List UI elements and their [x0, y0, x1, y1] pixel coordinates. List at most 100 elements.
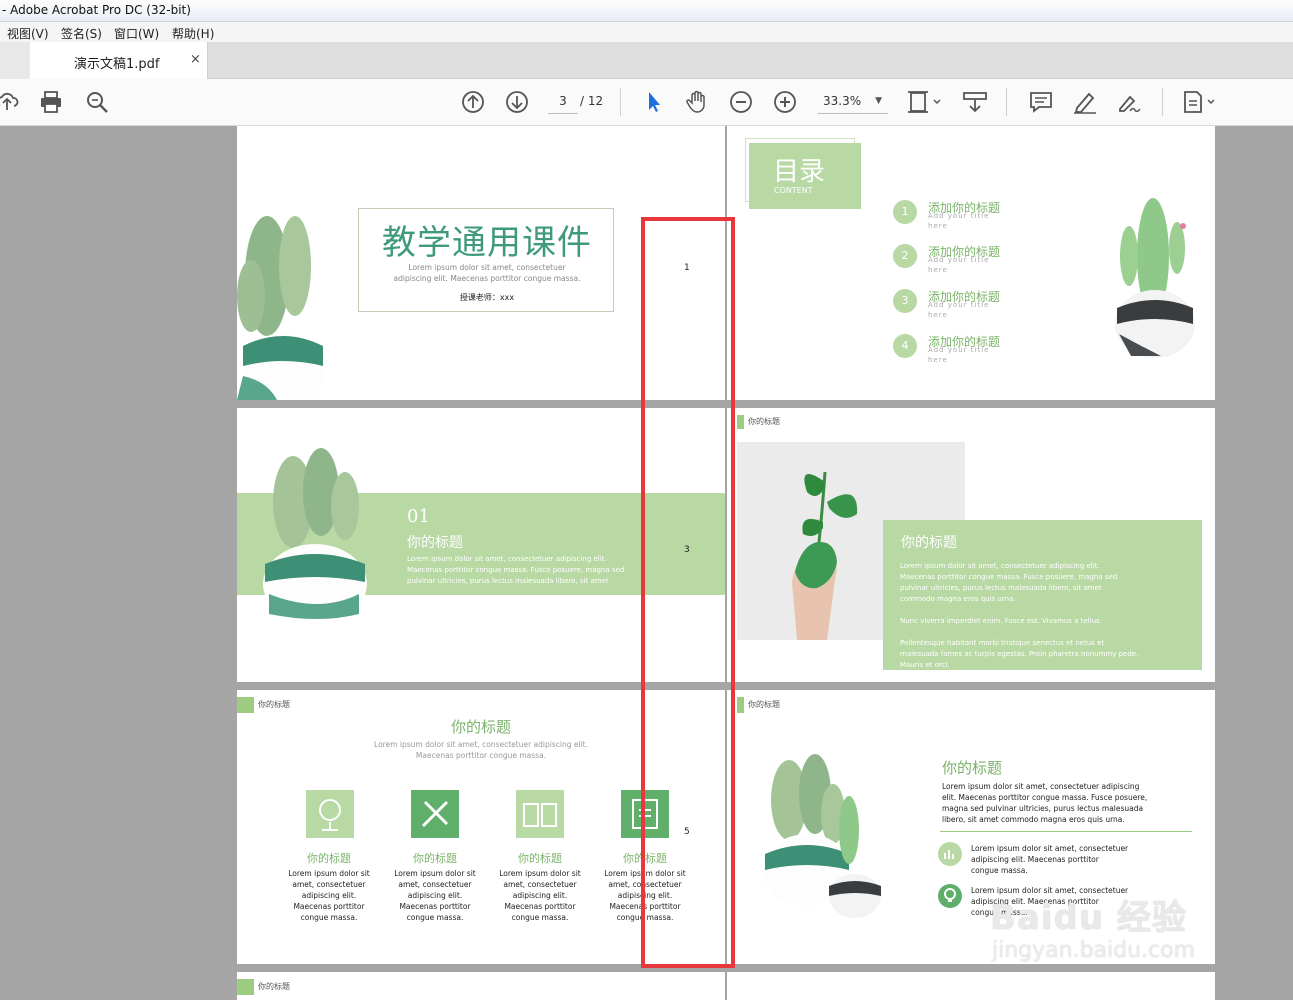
highlight-pen-icon[interactable]	[1072, 89, 1098, 115]
cactus-illustration	[237, 216, 323, 400]
page-number-input[interactable]: 3	[548, 90, 578, 114]
cactus-illustration	[763, 754, 881, 918]
zoom-out-icon[interactable]	[728, 89, 754, 115]
print-icon[interactable]	[38, 89, 64, 115]
zoom-in-icon[interactable]	[772, 89, 798, 115]
book-icon	[516, 790, 564, 838]
toolbar-separator	[1162, 88, 1163, 116]
feature-text: Lorem ipsum dolor sit amet, consectetuer a…	[604, 869, 686, 922]
slide-tag: 你的标题	[258, 982, 290, 991]
toc-item[interactable]: 2 添加你的标题 Add your title here	[893, 244, 1053, 288]
tag-marker	[237, 697, 254, 713]
toc-number: 3	[893, 289, 917, 313]
toolbar-separator	[620, 88, 621, 116]
arrow-down-circle-icon[interactable]	[504, 89, 530, 115]
pdf-page-2: 目录 CONTENT 1 添加你的标题 Add your title here …	[727, 126, 1215, 400]
divider	[940, 831, 1192, 832]
feature-column: 你的标题 Lorem ipsum dolor sit amet, consecte…	[595, 790, 695, 940]
fit-page-icon[interactable]	[906, 89, 942, 115]
feature-title: 你的标题	[518, 852, 562, 865]
page-total: / 12	[580, 94, 604, 108]
slide-title: 教学通用课件	[382, 223, 592, 263]
document-tab[interactable]: 演示文稿1.pdf ×	[30, 42, 208, 79]
watermark-url: jingyan.baidu.com	[992, 938, 1196, 963]
toc-item-en: here	[928, 356, 948, 364]
toc-number: 1	[893, 200, 917, 224]
clipboard-icon	[621, 790, 669, 838]
section-text: Lorem ipsum dolor sit amet, consectetuer…	[407, 555, 607, 563]
menu-bar: 视图(V) 签名(S) 窗口(W) 帮助(H)	[0, 22, 1293, 42]
card-text: Maecenas porttitor congue massa. Fusce p…	[900, 573, 1118, 581]
slide-subtitle: Lorem ipsum dolor sit amet, consectetuer	[408, 263, 566, 272]
toolbar: 3 / 12 33.3% ▼	[0, 79, 1293, 126]
tag-marker	[737, 697, 744, 713]
previous-tab-edge[interactable]	[0, 42, 30, 79]
cactus-illustration	[263, 448, 367, 624]
chart-icon	[938, 842, 962, 866]
hand-icon[interactable]	[684, 89, 710, 115]
slide-title: 你的标题	[942, 759, 1003, 777]
slide-tag: 你的标题	[748, 417, 780, 426]
toc-heading: 目录	[773, 157, 826, 187]
lightbulb-icon	[938, 884, 962, 908]
slide-tag: 你的标题	[258, 700, 290, 709]
toc-item[interactable]: 1 添加你的标题 Add your title here	[893, 200, 1053, 244]
toc-item[interactable]: 4 添加你的标题 Add your title here	[893, 334, 1053, 378]
pdf-page-4: 你的标题 你的标题 Lorem ipsum dolor sit amet, co…	[727, 408, 1215, 682]
slide-paragraph: Lorem ipsum dolor sit amet, consectetuer…	[942, 782, 1148, 824]
toc-item[interactable]: 3 添加你的标题 Add your title here	[893, 289, 1053, 333]
menu-help[interactable]: 帮助(H)	[172, 25, 214, 42]
pdf-page-3: 01 你的标题 Lorem ipsum dolor sit amet, cons…	[237, 408, 725, 682]
pointer-arrow-icon[interactable]	[641, 89, 667, 115]
page-number-label: 3	[684, 545, 690, 555]
section-text: Maecenas porttitor congue massa. Fusce p…	[407, 566, 625, 574]
page-number-label: 5	[684, 827, 690, 837]
chevron-down-icon: ▼	[875, 96, 882, 106]
card-text: Lorem ipsum dolor sit amet, consectetuer…	[900, 562, 1100, 570]
feature-text: Lorem ipsum dolor sit amet, consectetuer a…	[394, 869, 476, 922]
pdf-page-1: 教学通用课件 Lorem ipsum dolor sit amet, conse…	[237, 126, 725, 400]
comment-icon[interactable]	[1028, 89, 1054, 115]
card-text: malesuada fames ac turpis egestas. Proin…	[900, 650, 1139, 658]
zoom-level-select[interactable]: 33.3% ▼	[818, 90, 888, 114]
title-card: 教学通用课件 Lorem ipsum dolor sit amet, conse…	[358, 208, 614, 312]
toc-item-en: Add your title	[928, 256, 990, 264]
feature-column: 你的标题 Lorem ipsum dolor sit amet, consecte…	[279, 790, 379, 940]
toolbar-separator	[1006, 88, 1007, 116]
menu-view[interactable]: 视图(V)	[7, 25, 49, 42]
pdf-page-8	[727, 972, 1215, 1000]
sign-icon[interactable]	[1116, 89, 1142, 115]
toc-item-en: here	[928, 222, 948, 230]
bullet-text: Lorem ipsum dolor sit amet, consectetuer…	[971, 844, 1129, 875]
export-file-icon[interactable]	[1182, 89, 1218, 115]
upload-icon[interactable]	[0, 89, 20, 115]
card-text: Nunc viverra imperdiet enim. Fusce est. …	[900, 617, 1102, 625]
card-text: Mauris et orci.	[900, 661, 950, 669]
feature-title: 你的标题	[307, 852, 351, 865]
slide-subtitle: Lorem ipsum dolor sit amet, consectetuer…	[374, 740, 588, 749]
title-bar: - Adobe Acrobat Pro DC (32-bit)	[0, 0, 1293, 22]
scroll-mode-icon[interactable]	[962, 89, 988, 115]
arrow-up-circle-icon[interactable]	[460, 89, 486, 115]
card-text: pulvinar ultricies, purus lectus malesua…	[900, 584, 1102, 592]
toc-item-en: Add your title	[928, 301, 990, 309]
toc-number: 2	[893, 244, 917, 268]
tag-marker	[237, 979, 254, 995]
cactus-illustration	[1115, 198, 1195, 358]
teacher-label: 授课老师：xxx	[459, 293, 515, 302]
section-index: 01	[407, 506, 430, 527]
section-title: 你的标题	[407, 535, 463, 551]
globe-icon	[306, 790, 354, 838]
close-tab-icon[interactable]: ×	[190, 52, 201, 67]
feature-text: Lorem ipsum dolor sit amet, consectetuer a…	[499, 869, 581, 922]
toc-item-en: Add your title	[928, 212, 990, 220]
menu-window[interactable]: 窗口(W)	[114, 25, 159, 42]
menu-sign[interactable]: 签名(S)	[61, 25, 102, 42]
toc-item-en: Add your title	[928, 346, 990, 354]
card-text: Pellentesque habitant morbi tristique se…	[900, 639, 1105, 647]
feature-title: 你的标题	[623, 852, 667, 865]
page-number-label: 1	[684, 263, 690, 273]
tag-marker	[737, 415, 744, 429]
search-icon[interactable]	[84, 89, 110, 115]
document-viewport[interactable]: 教学通用课件 Lorem ipsum dolor sit amet, conse…	[0, 126, 1293, 1000]
